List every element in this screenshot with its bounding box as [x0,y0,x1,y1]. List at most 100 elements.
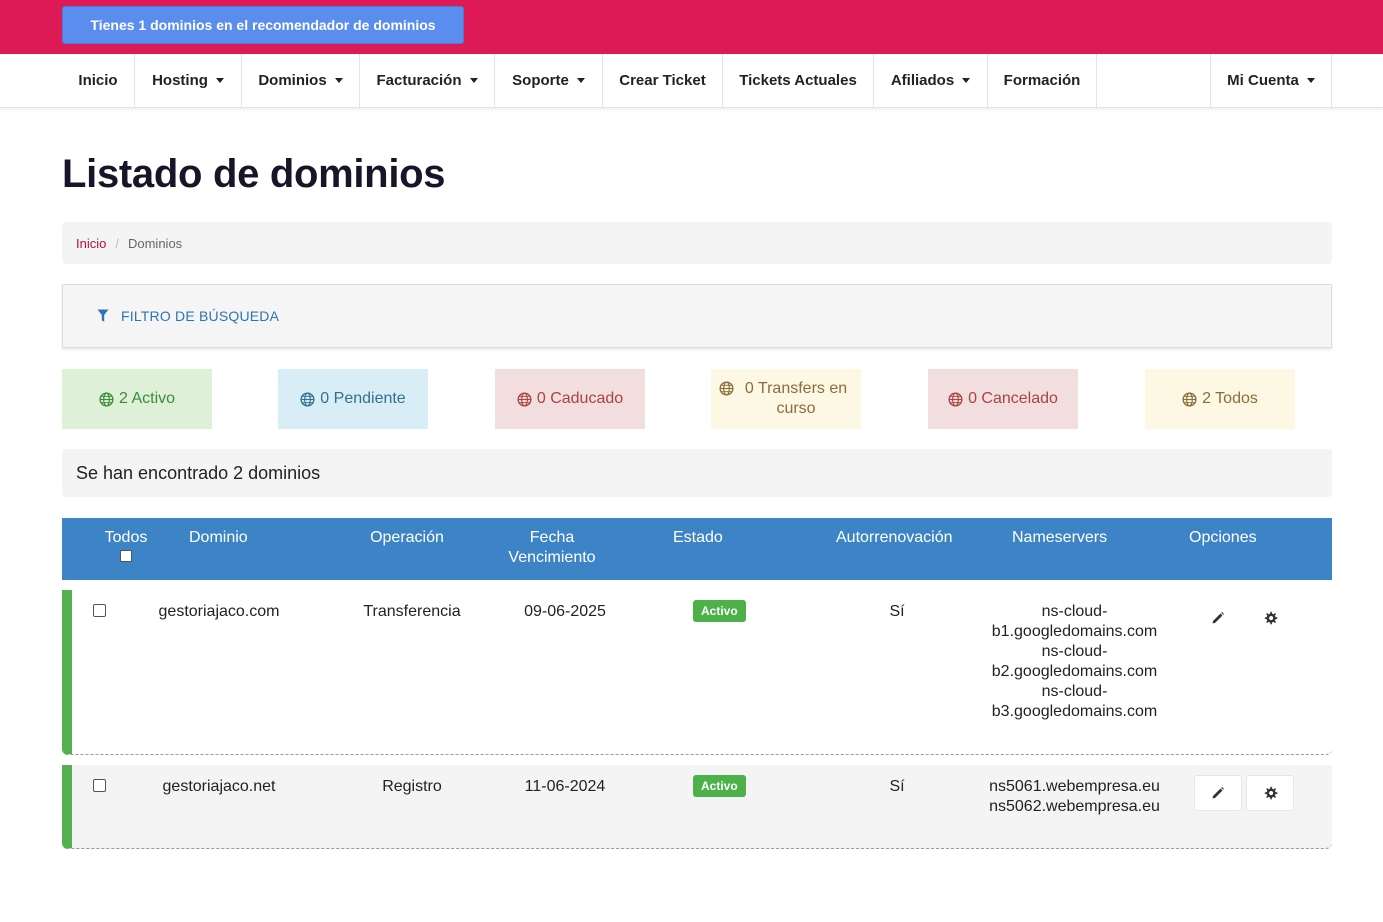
top-banner: Tienes 1 dominios en el recomendador de … [0,0,1383,54]
header-todos-label: Todos [104,529,148,546]
table-row: gestoriajaco.com Transferencia 09-06-202… [62,590,1332,755]
nav-item-label: Formación [1003,72,1081,89]
header-operation[interactable]: Operación [362,528,452,548]
operation-type: Registro [382,778,442,795]
results-summary: Se han encontrado 2 dominios [62,449,1332,497]
gear-icon [1264,611,1277,624]
nav-item-label: Hosting [152,72,208,89]
header-options: Opciones [1189,529,1257,546]
nav-item-label: Facturación [376,72,462,89]
status-filter-label: 2 Todos [1202,390,1258,407]
status-filter-pendiente[interactable]: 0 Pendiente [278,369,428,429]
nav-item-label: Soporte [512,72,569,89]
header-expiry[interactable]: Fecha Vencimiento [502,528,602,568]
results-summary-text: Se han encontrado 2 dominios [76,462,321,483]
edit-domain-button[interactable] [1194,775,1242,811]
expiry-date: 11-06-2024 [524,778,606,795]
caret-down-icon [576,78,585,83]
header-status[interactable]: Estado [673,528,723,548]
globe-icon [99,391,114,407]
nav-item-label: Dominios [258,72,327,89]
status-filter-label: 2 Activo [118,390,176,407]
autorenew-value: Sí [889,603,905,620]
status-filter-activo[interactable]: 2 Activo [62,369,212,429]
search-filter-label: FILTRO DE BÚSQUEDA [121,308,280,324]
header-nameservers: Nameservers [1012,529,1108,546]
domains-table-header: Todos Dominio Operación Fecha Vencimient… [62,518,1332,580]
operation-type: Transferencia [363,603,461,620]
domain-name[interactable]: gestoriajaco.com [154,602,284,622]
nameserver-entry: ns5062.webempresa.eu [989,798,1160,815]
nameserver-entry: ns-cloud- [1041,683,1108,700]
status-filter-transfers[interactable]: 0 Transfers en curso [711,369,861,429]
status-filter-cancelado[interactable]: 0 Cancelado [928,369,1078,429]
page-title: Listado de dominios [62,152,446,196]
nav-item-tickets-actuales[interactable]: Tickets Actuales [723,54,874,107]
domain-name[interactable]: gestoriajaco.net [154,777,284,797]
status-filter-label: 0 Pendiente [320,390,406,407]
status-filter-label: 0 Caducado [536,390,624,407]
status-badge: Activo [693,775,746,797]
caret-down-icon [962,78,971,83]
caret-down-icon [334,78,343,83]
header-expiry-line2: Vencimiento [508,549,596,566]
globe-icon [719,381,734,396]
breadcrumb: Inicio / Dominios [62,222,1332,264]
caret-down-icon [1306,78,1315,83]
nav-item-label: Crear Ticket [619,72,706,89]
domain-settings-button[interactable] [1246,600,1294,636]
nav-item-label: Afiliados [890,72,955,89]
nav-item-hosting[interactable]: Hosting [134,54,242,107]
autorenew-value: Sí [889,778,905,795]
globe-icon [517,391,532,407]
status-filter-label: 0 Transfers en curso [744,380,848,417]
domain-recommender-button[interactable]: Tienes 1 dominios en el recomendador de … [62,6,464,44]
status-badge: Activo [693,600,746,622]
caret-down-icon [215,78,224,83]
pencil-icon [1212,787,1224,799]
nav-item-dominios[interactable]: Dominios [242,54,360,107]
nav-item-crear-ticket[interactable]: Crear Ticket [603,54,723,107]
nameserver-entry: b2.googledomains.com [991,663,1158,680]
breadcrumb-separator: / [115,235,119,251]
domain-settings-button[interactable] [1246,775,1294,811]
nameserver-entry: ns-cloud- [1041,603,1108,620]
caret-down-icon [469,78,478,83]
status-filter-caducado[interactable]: 0 Caducado [495,369,645,429]
nav-item-mi-cuenta[interactable]: Mi Cuenta [1210,54,1332,107]
header-expiry-line1: Fecha [529,529,575,546]
nameserver-entry: ns-cloud- [1041,643,1108,660]
row-checkbox[interactable] [93,604,106,617]
pencil-icon [1212,612,1224,624]
expiry-date: 09-06-2025 [524,603,606,620]
nav-item-label: Mi Cuenta [1227,72,1299,89]
nameserver-entry: b3.googledomains.com [991,703,1158,720]
search-filter-toggle[interactable]: FILTRO DE BÚSQUEDA [62,284,1332,348]
globe-icon [300,391,315,407]
nav-item-label: Tickets Actuales [739,72,857,89]
gear-icon [1264,786,1277,799]
status-filter-todos[interactable]: 2 Todos [1145,369,1295,429]
breadcrumb-current: Dominios [127,235,183,251]
breadcrumb-home-link[interactable]: Inicio [76,236,106,251]
nameserver-entry: b1.googledomains.com [991,623,1158,640]
nav-item-afiliados[interactable]: Afiliados [874,54,988,107]
status-filter-label: 0 Cancelado [968,390,1058,407]
nameservers-list: ns5061.webempresa.eu ns5062.webempresa.e… [982,777,1167,817]
row-checkbox[interactable] [93,779,106,792]
edit-domain-button[interactable] [1194,600,1242,636]
table-row: gestoriajaco.net Registro 11-06-2024 Act… [62,765,1332,849]
globe-icon [1182,391,1197,407]
header-autorenew[interactable]: Autorrenovación [836,528,953,548]
nav-item-inicio[interactable]: Inicio [62,54,134,107]
nameserver-entry: ns5061.webempresa.eu [989,778,1160,795]
header-domain[interactable]: Dominio [189,528,248,548]
filter-icon [97,309,109,322]
header-select-all: Todos [98,528,154,562]
nav-item-facturacion[interactable]: Facturación [360,54,495,107]
globe-icon [948,391,963,407]
nav-item-formacion[interactable]: Formación [988,54,1097,107]
select-all-checkbox[interactable] [120,550,132,562]
main-nav: Inicio Hosting Dominios Facturación Sopo… [0,54,1383,108]
nav-item-soporte[interactable]: Soporte [495,54,603,107]
